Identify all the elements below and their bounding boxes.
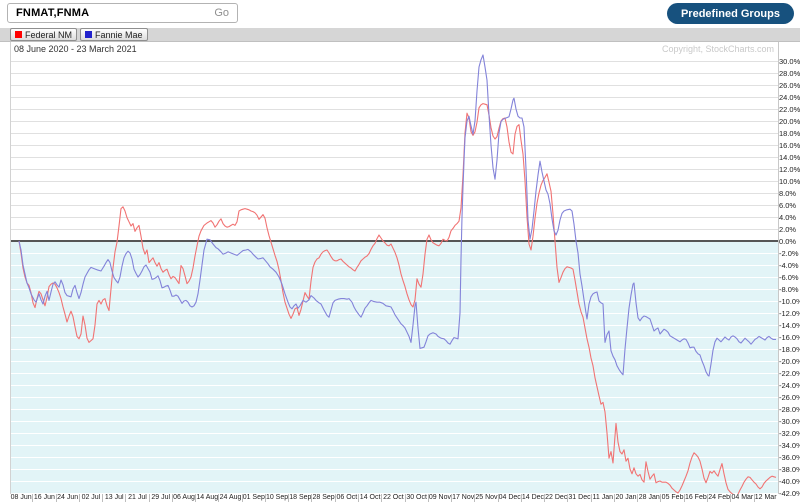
- y-axis-tick-label: 28.0%: [779, 69, 800, 78]
- x-axis-tick-label: 24 Aug: [218, 494, 242, 502]
- topbar: FNMAT,FNMA Go Predefined Groups: [0, 0, 800, 28]
- x-axis-tick-label: 13 Jul: [102, 494, 125, 502]
- y-axis-tick-label: 22.0%: [779, 105, 800, 114]
- y-axis-tick-label: 2.0%: [779, 225, 797, 234]
- y-axis-tick-label: -10.0%: [779, 297, 800, 306]
- performance-lines: [18, 54, 777, 494]
- x-axis-tick-label: 25 Nov: [474, 494, 498, 502]
- y-axis-tick-label: 26.0%: [779, 81, 800, 90]
- symbol-input-value: FNMAT,FNMA: [16, 7, 90, 19]
- y-axis-tick-label: -4.0%: [779, 261, 799, 270]
- x-axis-tick-label: 16 Jun: [32, 494, 55, 502]
- legend-chip[interactable]: Federal NM: [10, 28, 78, 41]
- series-line-fannie-mae: [18, 54, 776, 377]
- y-axis-tick-label: -18.0%: [779, 345, 800, 354]
- symbol-input[interactable]: FNMAT,FNMA Go: [7, 3, 238, 23]
- x-axis-tick-label: 16 Feb: [683, 494, 707, 502]
- y-axis-tick-label: 8.0%: [779, 189, 797, 198]
- x-axis-tick-label: 02 Jul: [78, 494, 102, 502]
- x-axis-tick-label: 14 Dec: [520, 494, 545, 502]
- y-axis-tick-label: 14.0%: [779, 153, 800, 162]
- y-axis-tick-label: 18.0%: [779, 129, 800, 138]
- x-axis-tick-label: 20 Jan: [613, 494, 637, 502]
- y-axis-tick-label: -2.0%: [779, 249, 799, 258]
- y-axis-tick-label: -26.0%: [779, 393, 800, 402]
- date-range-label: 08 June 2020 - 23 March 2021: [14, 44, 137, 54]
- y-axis: 30.0% 28.0% 26.0% 24.0% 22.0% 20.0% 18.0% 16.0%…: [779, 42, 800, 498]
- x-axis-tick-label: 17 Nov: [451, 494, 475, 502]
- y-axis-tick-label: 24.0%: [779, 93, 800, 102]
- x-axis-tick-label: 11 Jan: [590, 494, 614, 502]
- y-axis-tick-label: 6.0%: [779, 201, 797, 210]
- y-axis-tick-label: 0.0%: [779, 237, 797, 246]
- x-axis-tick-label: 01 Sep: [241, 494, 265, 502]
- x-axis-tick-label: 22 Oct: [381, 494, 404, 502]
- x-axis-tick-label: 12 Mar: [753, 494, 777, 502]
- y-axis-tick-label: -38.0%: [779, 465, 800, 474]
- y-axis-tick-label: -8.0%: [779, 285, 799, 294]
- y-axis-tick-label: -14.0%: [779, 321, 800, 330]
- y-axis-tick-label: -16.0%: [779, 333, 800, 342]
- x-axis-tick-label: 18 Sep: [288, 494, 312, 502]
- x-axis: 08 Jun 16 Jun 24 Jun 02 Jul 13 Jul 21 Jul 29 J…: [10, 494, 777, 502]
- y-axis-tick-label: -24.0%: [779, 381, 800, 390]
- go-button[interactable]: Go: [214, 7, 229, 19]
- legend-chip[interactable]: Fannie Mae: [80, 28, 148, 41]
- y-axis-tick-label: -20.0%: [779, 357, 800, 366]
- x-axis-tick-label: 04 Mar: [730, 494, 754, 502]
- legend-swatch-icon: [85, 31, 93, 38]
- x-axis-tick-label: 24 Jun: [55, 494, 79, 502]
- x-axis-tick-label: 06 Oct: [334, 494, 358, 502]
- x-axis-tick-label: 21 Jul: [125, 494, 148, 502]
- y-axis-tick-label: 16.0%: [779, 141, 800, 150]
- y-axis-tick-label: -42.0%: [779, 489, 800, 498]
- legend-band: Federal NM Fannie Mae: [0, 28, 800, 42]
- x-axis-tick-label: 05 Feb: [660, 494, 684, 502]
- x-axis-tick-label: 10 Sep: [264, 494, 289, 502]
- x-axis-tick-label: 09 Nov: [427, 494, 451, 502]
- y-axis-tick-label: 12.0%: [779, 165, 800, 174]
- x-axis-tick-label: 14 Aug: [195, 494, 219, 502]
- y-axis-tick-label: -36.0%: [779, 453, 800, 462]
- x-axis-tick-label: 30 Oct: [404, 494, 427, 502]
- x-axis-tick-label: 28 Sep: [311, 494, 335, 502]
- y-axis-tick-label: -34.0%: [779, 441, 800, 450]
- y-axis-tick-label: -28.0%: [779, 405, 800, 414]
- y-axis-tick-label: 10.0%: [779, 177, 800, 186]
- x-axis-tick-label: 04 Dec: [497, 494, 521, 502]
- predefined-groups-button[interactable]: Predefined Groups: [666, 3, 794, 24]
- y-axis-tick-label: 4.0%: [779, 213, 797, 222]
- x-axis-tick-label: 24 Feb: [706, 494, 730, 502]
- x-axis-tick-label: 29 Jul: [148, 494, 172, 502]
- x-axis-tick-label: 14 Oct: [357, 494, 381, 502]
- y-axis-tick-label: 20.0%: [779, 117, 800, 126]
- legend-label: Fannie Mae: [95, 29, 143, 40]
- x-axis-tick-label: 31 Dec: [567, 494, 591, 502]
- series-line-federal-nm: [18, 103, 777, 494]
- y-axis-tick-label: -12.0%: [779, 309, 800, 318]
- y-axis-tick-label: -40.0%: [779, 477, 800, 486]
- x-axis-tick-label: 08 Jun: [10, 494, 32, 501]
- copyright-label: Copyright, StockCharts.com: [661, 44, 774, 54]
- y-axis-tick-label: -22.0%: [779, 369, 800, 378]
- x-axis-tick-label: 28 Jan: [637, 494, 660, 502]
- y-axis-tick-label: 30.0%: [779, 57, 800, 66]
- y-axis-tick-label: -32.0%: [779, 429, 800, 438]
- y-axis-tick-label: -6.0%: [779, 273, 799, 282]
- x-axis-tick-label: 06 Aug: [171, 494, 195, 502]
- y-axis-tick-label: -30.0%: [779, 417, 800, 426]
- plot-area: 08 June 2020 - 23 March 2021 Copyright, …: [10, 42, 779, 494]
- x-axis-tick-label: 22 Dec: [544, 494, 568, 502]
- legend-label: Federal NM: [25, 29, 73, 40]
- legend-swatch-icon: [15, 31, 22, 38]
